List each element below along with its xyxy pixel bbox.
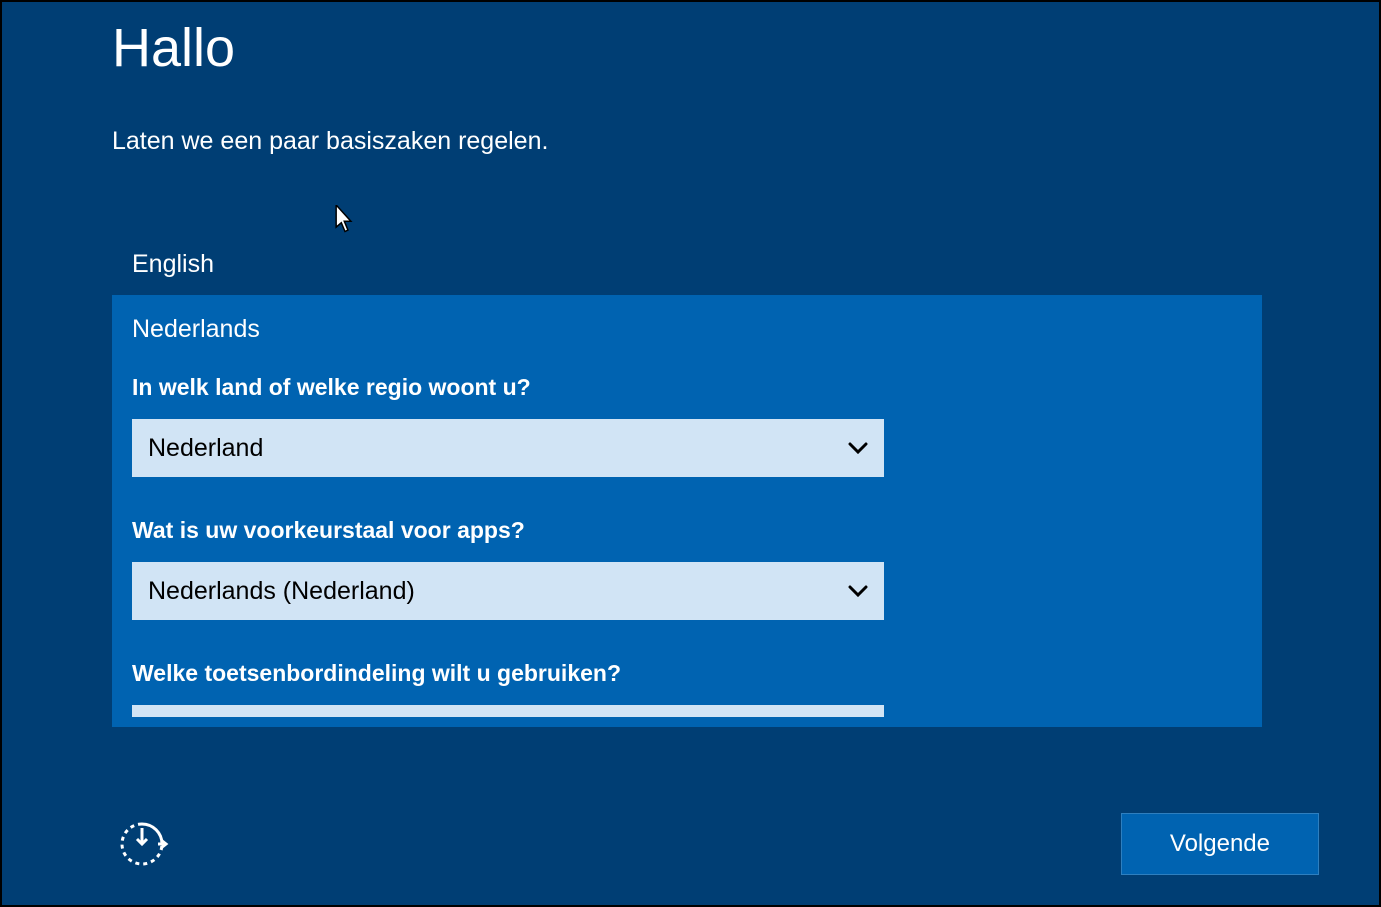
- keyboard-label: Welke toetsenbordindeling wilt u gebruik…: [132, 660, 1242, 687]
- chevron-down-icon: [848, 437, 868, 460]
- keyboard-field-group: Welke toetsenbordindeling wilt u gebruik…: [132, 660, 1242, 717]
- chevron-down-icon: [848, 580, 868, 603]
- app-language-label: Wat is uw voorkeurstaal voor apps?: [132, 517, 1242, 544]
- app-language-dropdown[interactable]: Nederlands (Nederland): [132, 562, 884, 620]
- country-dropdown[interactable]: Nederland: [132, 419, 884, 477]
- next-button[interactable]: Volgende: [1121, 813, 1319, 875]
- app-language-field-group: Wat is uw voorkeurstaal voor apps? Neder…: [132, 517, 1242, 620]
- accessibility-button[interactable]: [112, 814, 172, 874]
- page-subtitle: Laten we een paar basiszaken regelen.: [112, 127, 1379, 156]
- language-option-english[interactable]: English: [112, 234, 1262, 295]
- country-field-group: In welk land of welke regio woont u? Ned…: [132, 374, 1242, 477]
- accessibility-icon: [114, 816, 170, 872]
- language-list: English Nederlands In welk land of welke…: [112, 234, 1262, 727]
- selected-language-panel: Nederlands In welk land of welke regio w…: [112, 295, 1262, 727]
- footer: Volgende: [2, 813, 1379, 875]
- country-dropdown-value: Nederland: [148, 434, 263, 463]
- language-option-nederlands[interactable]: Nederlands: [132, 315, 1242, 344]
- page-title: Hallo: [112, 17, 1379, 79]
- country-label: In welk land of welke regio woont u?: [132, 374, 1242, 401]
- app-language-dropdown-value: Nederlands (Nederland): [148, 577, 415, 606]
- keyboard-dropdown[interactable]: [132, 705, 884, 717]
